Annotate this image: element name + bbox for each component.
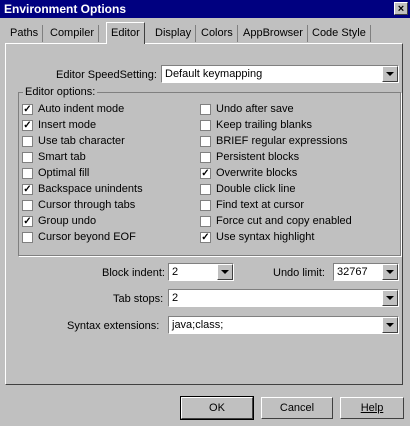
editor-options-legend: Editor options: xyxy=(23,86,98,98)
option-label: Backspace unindents xyxy=(38,183,143,195)
chevron-down-icon[interactable] xyxy=(382,66,398,82)
option-label: Cursor through tabs xyxy=(38,199,136,211)
option-label: Persistent blocks xyxy=(216,151,300,163)
undo-limit-label: Undo limit: xyxy=(273,267,325,279)
syntax-extensions-select[interactable]: java;class; xyxy=(168,316,399,334)
tab-editor[interactable]: Editor xyxy=(106,22,145,44)
checkbox-icon[interactable]: ✓ xyxy=(200,232,211,243)
checkbox-icon[interactable]: ✓ xyxy=(22,184,33,195)
speed-setting-select[interactable]: Default keymapping xyxy=(161,65,399,83)
checkbox-icon[interactable] xyxy=(200,200,211,211)
tab-stops-select[interactable]: 2 xyxy=(168,289,399,307)
checkbox-icon[interactable]: ✓ xyxy=(22,120,33,131)
tab-code-style[interactable]: Code Style xyxy=(308,25,371,42)
tab-paths[interactable]: Paths xyxy=(6,25,44,42)
checkbox-icon[interactable]: ✓ xyxy=(22,104,33,115)
block-indent-value: 2 xyxy=(172,266,179,278)
close-icon[interactable]: × xyxy=(394,2,408,15)
option-label: Undo after save xyxy=(216,103,294,115)
tab-stops-label: Tab stops: xyxy=(113,293,164,305)
speed-setting-value: Default keymapping xyxy=(165,68,263,80)
syntax-extensions-label: Syntax extensions: xyxy=(67,320,160,332)
option-label: Use syntax highlight xyxy=(216,231,315,243)
checkbox-icon[interactable] xyxy=(200,120,211,131)
option-label: Force cut and copy enabled xyxy=(216,215,352,227)
option-label: Cursor beyond EOF xyxy=(38,231,136,243)
block-indent-select[interactable]: 2 xyxy=(168,263,234,281)
option-label: Use tab character xyxy=(38,135,125,147)
undo-limit-select[interactable]: 32767 xyxy=(333,263,399,281)
option-label: Auto indent mode xyxy=(38,103,125,115)
checkbox-icon[interactable] xyxy=(200,216,211,227)
option-label: Find text at cursor xyxy=(216,199,305,211)
checkbox-icon[interactable] xyxy=(22,168,33,179)
tab-display[interactable]: Display xyxy=(151,25,197,42)
tab-appbrowser[interactable]: AppBrowser xyxy=(239,25,308,42)
option-label: Group undo xyxy=(38,215,97,227)
help-button[interactable]: Help xyxy=(340,397,404,419)
checkbox-icon[interactable]: ✓ xyxy=(200,168,211,179)
help-button-label: Help xyxy=(360,402,384,414)
block-indent-label: Block indent: xyxy=(102,267,165,279)
tab-compiler[interactable]: Compiler xyxy=(46,25,100,42)
option-label: Double click line xyxy=(216,183,296,195)
tab-colors[interactable]: Colors xyxy=(197,25,238,42)
window-title: Environment Options xyxy=(4,2,127,16)
checkbox-icon[interactable] xyxy=(22,136,33,147)
title-bar: Environment Options × xyxy=(0,0,410,18)
option-label: BRIEF regular expressions xyxy=(216,135,348,147)
tab-stops-value: 2 xyxy=(172,292,179,304)
cancel-button[interactable]: Cancel xyxy=(261,397,333,419)
undo-limit-value: 32767 xyxy=(337,266,368,278)
syntax-extensions-value: java;class; xyxy=(172,319,224,331)
option-label: Overwrite blocks xyxy=(216,167,298,179)
checkbox-icon[interactable] xyxy=(22,200,33,211)
checkbox-icon[interactable]: ✓ xyxy=(22,216,33,227)
chevron-down-icon[interactable] xyxy=(382,290,398,306)
checkbox-icon[interactable] xyxy=(200,184,211,195)
option-label: Optimal fill xyxy=(38,167,90,179)
checkbox-icon[interactable] xyxy=(22,232,33,243)
checkbox-icon[interactable] xyxy=(200,136,211,147)
checkbox-icon[interactable] xyxy=(22,152,33,163)
checkbox-icon[interactable] xyxy=(200,104,211,115)
option-label: Smart tab xyxy=(38,151,86,163)
chevron-down-icon[interactable] xyxy=(382,317,398,333)
option-label: Insert mode xyxy=(38,119,97,131)
ok-button[interactable]: OK xyxy=(180,396,254,420)
speed-setting-label: Editor SpeedSetting: xyxy=(56,69,157,81)
checkbox-icon[interactable] xyxy=(200,152,211,163)
chevron-down-icon[interactable] xyxy=(217,264,233,280)
option-label: Keep trailing blanks xyxy=(216,119,313,131)
chevron-down-icon[interactable] xyxy=(382,264,398,280)
